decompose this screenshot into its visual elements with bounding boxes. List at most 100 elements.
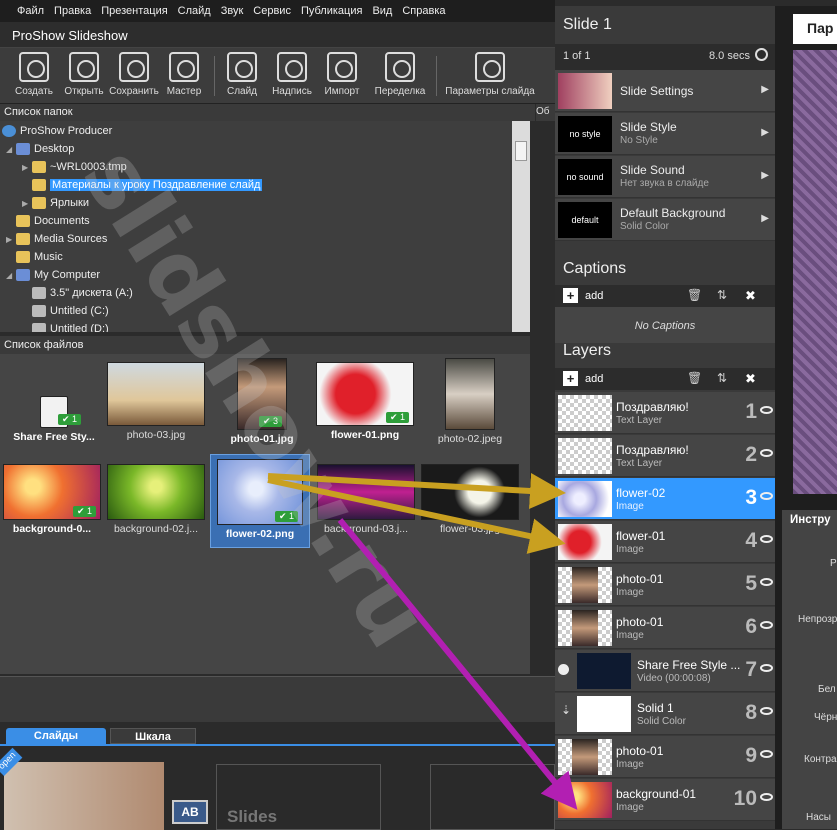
menu-tools[interactable]: Сервис xyxy=(248,5,296,17)
save-button[interactable]: Сохранить xyxy=(106,52,162,97)
slide-thumbnail[interactable]: open xyxy=(0,747,164,830)
file-item[interactable]: background-02.j... xyxy=(106,464,206,535)
menu-view[interactable]: Вид xyxy=(367,5,397,17)
layer-number: 6 xyxy=(745,615,757,638)
layer-row[interactable]: Поздравляю! Text Layer 1 xyxy=(555,392,775,434)
menu-help[interactable]: Справка xyxy=(397,5,450,17)
tree-item-drive-c[interactable]: Untitled (C:) xyxy=(22,302,109,320)
tree-item-proshow[interactable]: ProShow Producer xyxy=(2,122,112,140)
layer-row[interactable]: photo-01 Image 9 xyxy=(555,736,775,778)
tools-icon[interactable]: ✖ xyxy=(745,371,756,387)
eye-icon[interactable] xyxy=(760,578,773,586)
file-item[interactable]: ✔ 1 Share Free Sty... xyxy=(4,396,104,443)
expand-icon[interactable]: ▶ xyxy=(6,235,16,244)
layer-row[interactable]: background-01 Image 10 xyxy=(555,779,775,821)
menu-edit[interactable]: Правка xyxy=(49,5,96,17)
layer-number: 9 xyxy=(745,744,757,767)
folder-icon xyxy=(16,233,30,245)
scrollbar-thumb[interactable] xyxy=(515,141,527,161)
collapse-icon[interactable]: ◢ xyxy=(6,271,16,280)
eye-icon[interactable] xyxy=(760,535,773,543)
default-background-row[interactable]: default Default Background Solid Color ▶ xyxy=(555,199,775,241)
folder-scrollbar[interactable] xyxy=(512,121,530,332)
layer-type: Video (00:00:08) xyxy=(637,673,711,684)
menu-file[interactable]: Файл xyxy=(12,5,49,17)
tree-item-drive-d[interactable]: Untitled (D:) xyxy=(22,320,109,332)
eye-icon[interactable] xyxy=(760,750,773,758)
tab-parameters[interactable]: Пар xyxy=(793,14,837,44)
slide-button[interactable]: Слайд xyxy=(214,52,270,97)
expand-icon[interactable]: ▶ xyxy=(22,163,32,172)
collapse-icon[interactable]: ◢ xyxy=(6,145,16,154)
trash-icon[interactable]: 🗑 xyxy=(687,371,702,385)
add-caption-icon xyxy=(277,52,307,82)
empty-slide-slot[interactable] xyxy=(430,764,555,830)
eye-icon[interactable] xyxy=(760,449,773,457)
file-item[interactable]: ✔ 1 background-0... xyxy=(2,464,102,535)
move-up-down-icon[interactable]: ⇅ xyxy=(717,371,727,385)
no-captions-text: No Captions xyxy=(555,307,775,343)
status-strip xyxy=(0,676,555,722)
empty-slide-slot[interactable]: Slides xyxy=(216,764,381,830)
move-up-down-icon[interactable]: ⇅ xyxy=(717,288,727,302)
caption-button[interactable]: Надпись xyxy=(264,52,320,97)
eye-icon[interactable] xyxy=(760,406,773,414)
thumbnail xyxy=(421,464,519,520)
slide-preview-image xyxy=(793,50,837,494)
menu-audio[interactable]: Звук xyxy=(216,5,249,17)
objects-tab[interactable]: Об xyxy=(536,104,555,121)
tool-label: Насы xyxy=(806,812,831,823)
add-caption-button[interactable]: + xyxy=(563,288,578,303)
layer-row[interactable]: photo-01 Image 6 xyxy=(555,607,775,649)
file-name: flower-03.jpg xyxy=(439,523,501,535)
transition-icon[interactable]: AB xyxy=(172,800,208,824)
menu-publish[interactable]: Публикация xyxy=(296,5,367,17)
tab-slides[interactable]: Слайды xyxy=(6,728,106,744)
tools-icon[interactable]: ✖ xyxy=(745,288,756,304)
open-button[interactable]: Открыть xyxy=(56,52,112,97)
caption-label: Надпись xyxy=(272,86,312,97)
layer-row[interactable]: ⇣ Solid 1 Solid Color 8 xyxy=(555,693,775,735)
tree-item-music[interactable]: Music xyxy=(6,248,63,266)
eye-icon[interactable] xyxy=(760,793,773,801)
menu-presentation[interactable]: Презентация xyxy=(96,5,172,17)
add-layer-button[interactable]: + xyxy=(563,371,578,386)
layer-row[interactable]: photo-01 Image 5 xyxy=(555,564,775,606)
tree-item-desktop[interactable]: ◢ Desktop xyxy=(6,140,74,158)
tree-item-floppy[interactable]: 3.5" дискета (A:) xyxy=(22,284,133,302)
tree-item-my-computer[interactable]: ◢ My Computer xyxy=(6,266,100,284)
eye-icon[interactable] xyxy=(760,707,773,715)
add-caption-label[interactable]: add xyxy=(585,290,603,302)
eye-icon[interactable] xyxy=(760,621,773,629)
eye-icon[interactable] xyxy=(760,492,773,500)
slide-panel: Slide 1 1 of 1 8.0 secs Slide Settings ▶… xyxy=(555,6,775,829)
slide-settings-row[interactable]: Slide Settings ▶ xyxy=(555,70,775,112)
wizard-button[interactable]: Мастер xyxy=(156,52,212,97)
eye-icon[interactable] xyxy=(760,664,773,672)
layer-type: Image xyxy=(616,501,644,512)
row-title: Slide Sound xyxy=(620,163,685,177)
layer-row[interactable]: Поздравляю! Text Layer 2 xyxy=(555,435,775,477)
slide-options-button[interactable]: Параметры слайда xyxy=(440,52,540,97)
file-item[interactable]: flower-03.jpg xyxy=(420,464,520,535)
tab-timeline[interactable]: Шкала xyxy=(110,728,196,744)
layer-row[interactable]: flower-01 Image 4 xyxy=(555,521,775,563)
folder-icon xyxy=(32,179,46,191)
tree-item-documents[interactable]: Documents xyxy=(6,212,90,230)
trash-icon[interactable]: 🗑 xyxy=(687,288,702,302)
slide-duration[interactable]: 8.0 secs xyxy=(709,50,750,62)
menu-slide[interactable]: Слайд xyxy=(173,5,216,17)
slide-style-row[interactable]: no style Slide Style No Style ▶ xyxy=(555,113,775,155)
thumbnail xyxy=(445,358,495,430)
import-button[interactable]: Импорт xyxy=(314,52,370,97)
file-item[interactable]: photo-02.jpeg xyxy=(420,358,520,445)
layer-thumbnail xyxy=(558,739,612,775)
create-button[interactable]: Создать xyxy=(6,52,62,97)
expand-icon[interactable]: ▶ xyxy=(22,199,32,208)
layer-row-selected[interactable]: flower-02 Image 3 xyxy=(555,478,775,520)
slide-info-bar: 1 of 1 8.0 secs xyxy=(555,44,775,70)
layer-row[interactable]: Share Free Style ... Video (00:00:08) 7 xyxy=(555,650,775,692)
slide-sound-row[interactable]: no sound Slide Sound Нет звука в слайде … xyxy=(555,156,775,198)
remix-button[interactable]: Переделка xyxy=(372,52,428,97)
add-layer-label[interactable]: add xyxy=(585,373,603,385)
